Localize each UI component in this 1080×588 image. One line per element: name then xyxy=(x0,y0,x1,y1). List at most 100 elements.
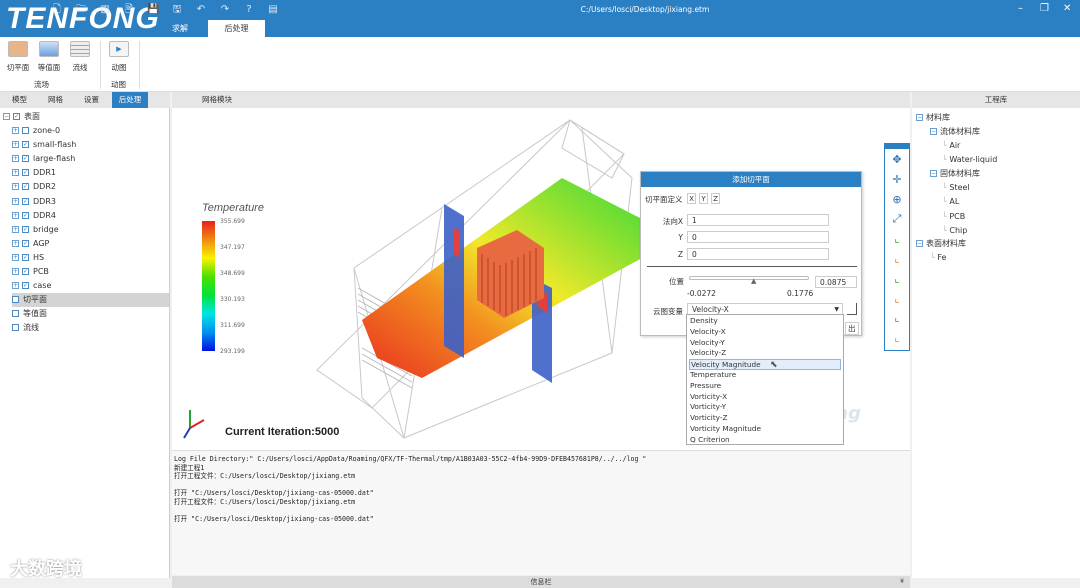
save-icon[interactable]: 💾 xyxy=(147,4,159,16)
library-item[interactable]: └ Water-liquid xyxy=(942,153,997,167)
library-item[interactable]: − 材料库 xyxy=(916,111,950,125)
expand-icon[interactable]: + xyxy=(12,183,19,191)
help-icon[interactable]: ? xyxy=(243,4,255,16)
expand-icon[interactable]: + xyxy=(12,155,19,163)
dropdown-option[interactable]: Density xyxy=(689,316,841,327)
collapse-icon[interactable]: − xyxy=(3,113,10,120)
dropdown-option[interactable]: Velocity Magnitude xyxy=(689,359,841,370)
axis-y-button[interactable]: Y xyxy=(699,193,708,204)
animation-button[interactable]: ▶ 动图 xyxy=(106,41,132,73)
checkbox[interactable] xyxy=(12,324,19,332)
tab-settings[interactable]: 设置 xyxy=(75,92,108,108)
tab-postprocess-left[interactable]: 后处理 xyxy=(112,92,148,108)
checkbox[interactable]: ✓ xyxy=(22,253,29,261)
redo-icon[interactable]: ↷ xyxy=(219,4,231,16)
zoom-icon[interactable]: ⊕ xyxy=(889,192,905,208)
tree-item[interactable]: + ✓ HS xyxy=(12,251,44,265)
view-zy-icon[interactable]: ⌞ xyxy=(889,310,905,326)
tab-mesh[interactable]: 网格 xyxy=(39,92,72,108)
tree-item[interactable]: + ✓ AGP xyxy=(12,237,49,251)
pan-icon[interactable]: ✛ xyxy=(889,172,905,188)
library-item[interactable]: └ Air xyxy=(942,139,960,153)
position-input[interactable]: 0.0875 xyxy=(815,276,857,288)
library-item[interactable]: − 固体材料库 xyxy=(930,167,980,181)
position-slider[interactable] xyxy=(689,276,809,280)
expand-icon[interactable]: + xyxy=(12,225,19,233)
tab-postprocess[interactable]: 后处理 xyxy=(208,20,265,37)
restore-button[interactable]: ❐ xyxy=(1040,3,1049,14)
checkbox[interactable]: ✓ xyxy=(22,239,29,247)
dropdown-option[interactable]: Vorticity Magnitude xyxy=(689,424,841,435)
tab-model[interactable]: 模型 xyxy=(3,92,36,108)
axis-x-button[interactable]: X xyxy=(687,193,696,204)
checkbox[interactable]: ✓ xyxy=(22,141,29,149)
dropdown-option[interactable]: Temperature xyxy=(689,370,841,381)
checkbox[interactable]: ✓ xyxy=(22,211,29,219)
rotate-icon[interactable]: ✥ xyxy=(889,152,905,168)
chart-icon[interactable]: ▥ xyxy=(99,4,111,16)
tree-item[interactable]: + ✓ small-flash xyxy=(12,138,76,152)
library-item[interactable]: └ Fe xyxy=(930,251,946,265)
checkbox[interactable] xyxy=(12,296,19,303)
checkbox[interactable]: ✓ xyxy=(22,183,29,191)
expand-icon[interactable]: + xyxy=(12,253,19,261)
open-folder-icon[interactable]: 🗀 xyxy=(75,4,87,16)
dropdown-option[interactable]: Q Criterion xyxy=(689,435,841,446)
dropdown-option[interactable]: Velocity-Z xyxy=(689,348,841,359)
tree-item[interactable]: 切平面 xyxy=(12,293,169,307)
collapse-icon[interactable]: − xyxy=(930,128,937,135)
expand-icon[interactable]: + xyxy=(12,239,19,247)
new-file-icon[interactable]: 🗋 xyxy=(51,4,63,16)
file-settings-icon[interactable]: 🗎 xyxy=(123,4,135,16)
view-xy-icon[interactable]: ⌞ xyxy=(889,231,905,247)
library-item[interactable]: └ Steel xyxy=(942,181,970,195)
undo-icon[interactable]: ↶ xyxy=(195,4,207,16)
tree-item[interactable]: + zone-0 xyxy=(12,124,60,138)
expand-icon[interactable]: + xyxy=(12,211,19,219)
library-item[interactable]: └ Chip xyxy=(942,224,967,238)
tab-solve[interactable]: 求解 xyxy=(160,20,200,37)
book-icon[interactable]: ▤ xyxy=(267,4,279,16)
tree-item[interactable]: + ✓ DDR3 xyxy=(12,195,56,209)
tree-item[interactable]: 流线 xyxy=(12,321,169,335)
collapse-icon[interactable]: ¥ xyxy=(900,576,904,588)
minimize-button[interactable]: – xyxy=(1018,3,1023,14)
tree-item[interactable]: + ✓ PCB xyxy=(12,265,49,279)
isosurface-button[interactable]: 等值面 xyxy=(36,41,62,73)
view-xz-icon[interactable]: ⌞ xyxy=(889,291,905,307)
expand-icon[interactable]: + xyxy=(12,141,19,149)
tree-item[interactable]: 等值面 xyxy=(12,307,169,321)
dropdown-option[interactable]: Velocity-X xyxy=(689,327,841,338)
normal-x-input[interactable]: 1 xyxy=(687,214,829,226)
close-button[interactable]: ✕ xyxy=(1063,3,1071,14)
tree-item[interactable]: + ✓ DDR2 xyxy=(12,180,56,194)
expand-icon[interactable]: + xyxy=(12,197,19,205)
tree-item[interactable]: + ✓ bridge xyxy=(12,223,59,237)
checkbox[interactable]: ✓ xyxy=(22,225,29,233)
tree-root[interactable]: − ✓ 表面 xyxy=(3,110,40,124)
expand-icon[interactable]: + xyxy=(12,268,19,275)
checkbox[interactable]: ✓ xyxy=(13,113,20,120)
normal-z-input[interactable]: 0 xyxy=(687,248,829,260)
dropdown-option[interactable]: Pressure xyxy=(689,381,841,392)
color-button[interactable] xyxy=(847,303,857,315)
collapse-icon[interactable]: − xyxy=(916,114,923,121)
axis-z-button[interactable]: Z xyxy=(711,193,720,204)
dropdown-option[interactable]: Vorticity-X xyxy=(689,392,841,403)
checkbox[interactable] xyxy=(22,127,29,134)
expand-icon[interactable]: + xyxy=(12,169,19,177)
tree-item[interactable]: + ✓ DDR1 xyxy=(12,166,56,180)
checkbox[interactable]: ✓ xyxy=(22,169,29,177)
streamline-button[interactable]: 流线 xyxy=(67,41,93,73)
normal-y-input[interactable]: 0 xyxy=(687,231,829,243)
view-yz-icon[interactable]: ⌞ xyxy=(889,330,905,346)
dropdown-option[interactable]: Vorticity-Z xyxy=(689,413,841,424)
expand-icon[interactable]: + xyxy=(12,127,19,134)
dropdown-option[interactable]: Velocity-Y xyxy=(689,338,841,349)
checkbox[interactable]: ✓ xyxy=(22,197,29,205)
collapse-icon[interactable]: − xyxy=(916,240,923,247)
expand-icon[interactable]: + xyxy=(12,282,19,290)
dropdown-option[interactable]: Vorticity-Y xyxy=(689,402,841,413)
library-item[interactable]: └ PCB xyxy=(942,210,965,224)
view-yx-icon[interactable]: ⌞ xyxy=(889,251,905,267)
